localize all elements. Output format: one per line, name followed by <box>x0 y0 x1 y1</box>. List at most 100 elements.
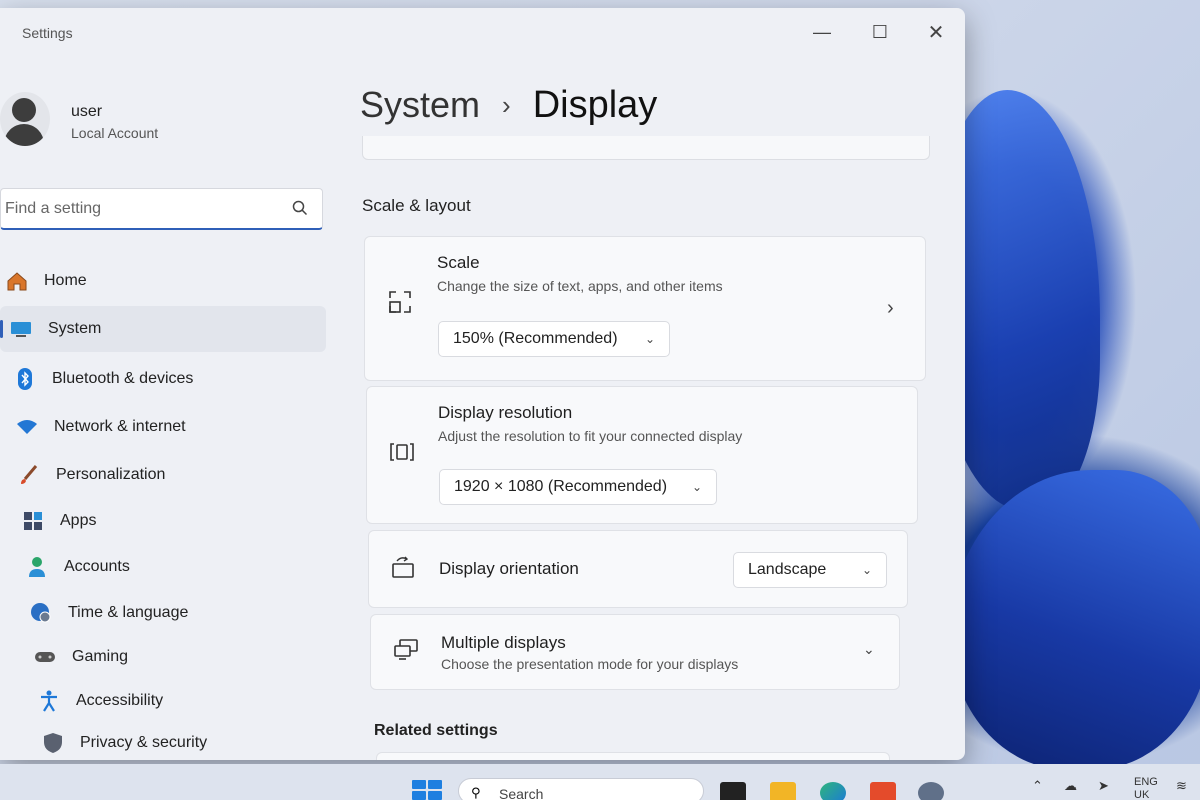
page-title: Display <box>532 83 658 126</box>
chevron-down-icon: ⌄ <box>861 563 872 577</box>
resolution-icon <box>390 443 414 461</box>
sidebar-item-label: Home <box>44 272 87 289</box>
wifi-icon <box>14 416 40 438</box>
globe-clock-icon <box>28 602 54 624</box>
chevron-down-icon: ⌄ <box>691 480 702 494</box>
sidebar-item-label: Accessibility <box>76 692 164 709</box>
store-icon[interactable] <box>870 782 896 800</box>
sidebar-item-accounts[interactable]: Accounts <box>0 544 330 590</box>
edge-icon[interactable] <box>820 782 846 800</box>
multiple-displays-card[interactable]: Multiple displays Choose the presentatio… <box>370 614 900 690</box>
system-icon <box>8 318 34 340</box>
maximize-icon: ☐ <box>871 21 889 42</box>
taskbar: ⚲ Search ⌃ ☁ ➤ ENG UK ≋ <box>0 764 1200 800</box>
breadcrumb-separator-icon: › <box>502 89 511 120</box>
task-view-icon[interactable] <box>720 782 746 800</box>
sidebar-item-bluetooth[interactable]: Bluetooth & devices <box>0 356 330 402</box>
sidebar-item-gaming[interactable]: Gaming <box>0 634 330 680</box>
sidebar-item-label: Accounts <box>64 558 130 575</box>
sidebar-item-personalization[interactable]: Personalization <box>0 452 330 498</box>
region-code: UK <box>1134 789 1150 800</box>
settings-app-icon[interactable] <box>918 782 944 800</box>
title-bar: Settings — ☐ ✕ <box>0 8 965 56</box>
sidebar-item-system[interactable]: System <box>0 306 326 352</box>
display-resolution-subtitle: Adjust the resolution to fit your connec… <box>438 428 743 444</box>
display-orientation-card: Display orientation Landscape ⌄ <box>368 530 908 608</box>
accessibility-icon <box>36 690 62 712</box>
settings-window: Settings — ☐ ✕ user Local Account Home <box>0 8 965 760</box>
start-button[interactable] <box>412 780 442 800</box>
display-resolution-dropdown[interactable]: 1920 × 1080 (Recommended) ⌄ <box>439 469 717 505</box>
onedrive-icon[interactable]: ☁ <box>1064 778 1077 794</box>
sidebar-item-label: Apps <box>60 512 97 529</box>
display-resolution-title: Display resolution <box>438 403 573 422</box>
sidebar-item-label: Gaming <box>72 648 129 665</box>
home-icon <box>4 270 30 292</box>
sidebar-item-label: Network & internet <box>54 418 186 435</box>
chevron-down-icon: ⌄ <box>644 332 655 346</box>
display-orientation-dropdown[interactable]: Landscape ⌄ <box>733 552 887 588</box>
breadcrumb: System › Display <box>360 80 657 130</box>
user-name: user <box>71 103 103 120</box>
language-code: ENG <box>1134 776 1158 788</box>
sidebar-item-home[interactable]: Home <box>0 258 330 304</box>
taskbar-search[interactable]: ⚲ Search <box>458 778 704 800</box>
section-heading-related-settings: Related settings <box>374 722 498 739</box>
apps-icon <box>20 510 46 532</box>
sidebar-item-label: Personalization <box>56 466 166 483</box>
close-button[interactable]: ✕ <box>908 14 964 50</box>
sidebar-nav: Home System Bluetooth & devices Network … <box>0 258 330 760</box>
display-resolution-card: Display resolution Adjust the resolution… <box>366 386 918 524</box>
language-indicator[interactable]: ENG UK <box>1134 776 1158 800</box>
scale-title: Scale <box>437 253 480 272</box>
scale-card[interactable]: Scale Change the size of text, apps, and… <box>364 236 926 381</box>
search-box <box>0 188 323 230</box>
gamepad-icon <box>32 646 58 668</box>
sidebar-item-privacy[interactable]: Privacy & security <box>0 720 330 760</box>
minimize-button[interactable]: — <box>794 14 850 50</box>
brush-icon <box>16 464 42 486</box>
wifi-icon[interactable]: ≋ <box>1176 778 1187 794</box>
display-orientation-title: Display orientation <box>439 559 579 578</box>
taskbar-search-label: Search <box>499 786 544 800</box>
scale-icon <box>389 291 411 313</box>
search-icon: ⚲ <box>471 785 481 800</box>
chevron-down-icon[interactable]: ⌄ <box>863 641 875 658</box>
multiple-displays-subtitle: Choose the presentation mode for your di… <box>441 656 739 672</box>
close-icon: ✕ <box>927 21 945 44</box>
sidebar-item-time-language[interactable]: Time & language <box>0 590 330 636</box>
scale-dropdown[interactable]: 150% (Recommended) ⌄ <box>438 321 670 357</box>
shield-icon <box>40 732 66 754</box>
location-icon[interactable]: ➤ <box>1098 778 1109 794</box>
search-icon[interactable] <box>291 199 309 217</box>
breadcrumb-parent[interactable]: System <box>360 84 480 126</box>
section-heading-scale-layout: Scale & layout <box>362 196 471 215</box>
display-resolution-value: 1920 × 1080 (Recommended) <box>454 478 668 495</box>
sidebar-item-label: Time & language <box>68 604 189 621</box>
user-profile[interactable]: user Local Account <box>0 88 330 158</box>
accounts-icon <box>24 556 50 578</box>
sidebar-item-network[interactable]: Network & internet <box>0 404 330 450</box>
related-settings-card[interactable] <box>376 752 890 760</box>
chevron-right-icon[interactable]: › <box>887 297 894 320</box>
sidebar-item-label: System <box>48 320 102 337</box>
sidebar-item-apps[interactable]: Apps <box>0 498 330 544</box>
previous-card <box>362 136 930 160</box>
multiple-displays-icon <box>394 639 418 660</box>
search-input[interactable] <box>5 197 275 221</box>
orientation-icon <box>392 556 414 578</box>
scale-dropdown-value: 150% (Recommended) <box>453 330 618 347</box>
show-hidden-icons-icon[interactable]: ⌃ <box>1032 778 1043 794</box>
multiple-displays-title: Multiple displays <box>441 633 566 652</box>
minimize-icon: — <box>813 21 831 42</box>
windows-logo-icon <box>412 780 426 789</box>
sidebar-item-label: Privacy & security <box>80 734 208 751</box>
avatar <box>0 92 50 146</box>
sidebar-item-accessibility[interactable]: Accessibility <box>0 678 330 724</box>
file-explorer-icon[interactable] <box>770 782 796 800</box>
maximize-button[interactable]: ☐ <box>852 14 908 50</box>
display-orientation-value: Landscape <box>748 561 827 578</box>
scale-subtitle: Change the size of text, apps, and other… <box>437 278 723 294</box>
account-type: Local Account <box>71 125 159 141</box>
sidebar-item-label: Bluetooth & devices <box>52 370 194 387</box>
